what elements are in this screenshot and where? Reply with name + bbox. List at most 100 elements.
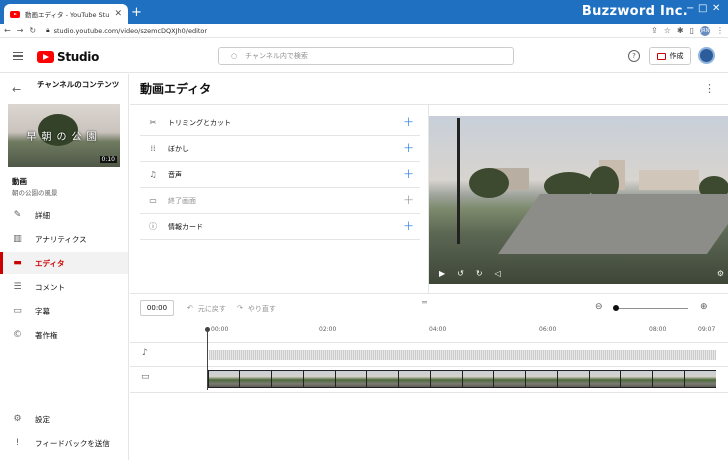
sidebar-item-details[interactable]: ✎ 詳細 <box>0 204 128 226</box>
video-controls: ▶ ↺ ↻ ◁ <box>429 262 728 284</box>
zoom-out-icon[interactable]: ⊖ <box>595 302 603 312</box>
blur-icon: ⁞⁞ <box>150 144 156 153</box>
forward-icon[interactable]: ↻ <box>476 269 483 278</box>
volume-icon[interactable]: ◁ <box>495 269 501 278</box>
audio-track[interactable] <box>209 350 716 360</box>
video-frame <box>684 371 716 387</box>
create-label: 作成 <box>669 52 684 60</box>
video-thumbnail[interactable]: 早朝の公園 0:10 <box>8 104 120 167</box>
tool-info-cards[interactable]: ⓘ 情報カード + <box>140 214 420 240</box>
add-end-screen-button[interactable]: + <box>403 193 420 208</box>
undo-button[interactable]: ↶ 元に戻す <box>187 304 226 314</box>
tool-end-screen[interactable]: ▭ 終了画面 + <box>140 188 420 214</box>
zoom-slider[interactable] <box>616 308 688 309</box>
sidebar-item-label: 字幕 <box>35 306 50 316</box>
video-duration: 0:10 <box>99 156 117 163</box>
sidebar-item-label: アナリティクス <box>35 234 87 244</box>
maximize-icon[interactable]: □ <box>698 3 707 14</box>
tool-trim[interactable]: ✂ トリミングとカット + <box>140 110 420 136</box>
add-trim-button[interactable]: + <box>403 115 420 130</box>
play-icon[interactable]: ▶ <box>439 269 445 278</box>
analytics-icon: ▥ <box>13 234 22 244</box>
url-text: studio.youtube.com/video/szemcDQXJh0/edi… <box>53 26 208 35</box>
tool-label: 情報カード <box>168 222 203 231</box>
minimize-icon[interactable]: − <box>686 3 694 14</box>
sidebar: ← チャンネルのコンテンツ 早朝の公園 0:10 動画 朝の公園の風景 ✎ 詳細… <box>0 74 129 460</box>
close-window-icon[interactable]: ✕ <box>712 3 720 14</box>
add-audio-button[interactable]: + <box>403 167 420 182</box>
undo-label: 元に戻す <box>197 305 226 313</box>
browser-tab[interactable]: 動画エディタ - YouTube Studio ✕ <box>4 4 128 24</box>
avatar[interactable] <box>698 47 715 64</box>
sidepanel-icon[interactable]: ▯ <box>690 26 694 35</box>
video-track[interactable] <box>208 370 716 388</box>
video-frame <box>240 371 271 387</box>
sidebar-item-comments[interactable]: ☰ コメント <box>0 276 128 298</box>
timecode-field[interactable]: 00:00 <box>140 300 174 316</box>
help-button[interactable]: ? <box>628 50 640 62</box>
music-icon: ♫ <box>149 170 157 179</box>
video-frame <box>621 371 652 387</box>
subtitles-icon: ▭ <box>13 306 22 316</box>
zoom-in-icon[interactable]: ⊕ <box>700 302 708 312</box>
gear-icon[interactable]: ⚙ <box>717 269 724 278</box>
browser-profile-avatar[interactable]: JRN <box>700 25 710 36</box>
zoom-slider-knob[interactable] <box>613 305 619 311</box>
timeline-ruler[interactable]: 00:00 02:00 04:00 06:00 08:00 09:07 <box>208 322 728 342</box>
new-tab-button[interactable]: + <box>131 5 142 20</box>
back-arrow-icon[interactable]: ← <box>4 26 11 35</box>
sidebar-item-subtitles[interactable]: ▭ 字幕 <box>0 300 128 322</box>
create-button[interactable]: 作成 <box>649 47 691 65</box>
youtube-logo-icon <box>37 51 54 63</box>
add-blur-button[interactable]: + <box>403 141 420 156</box>
forward-arrow-icon[interactable]: → <box>17 26 24 35</box>
scissors-icon: ✂ <box>149 118 157 127</box>
ruler-tick: 09:07 <box>698 326 716 333</box>
undo-icon: ↶ <box>187 304 193 312</box>
video-frame <box>272 371 303 387</box>
editor-icon: ▬ <box>13 258 22 268</box>
sidebar-item-label: エディタ <box>35 258 65 268</box>
video-name: 朝の公園の風景 <box>12 189 58 197</box>
video-frame <box>399 371 430 387</box>
video-camera-icon: ▭ <box>141 372 150 382</box>
url-field[interactable]: 🔒︎ studio.youtube.com/video/szemcDQXJh0/… <box>46 26 207 35</box>
video-preview[interactable]: ▶ ↺ ↻ ◁ ⚙ <box>429 116 728 284</box>
sidebar-item-label: 詳細 <box>35 210 50 220</box>
sidebar-item-feedback[interactable]: ! フィードバックを送信 <box>0 432 128 454</box>
search-placeholder: チャンネル内で検索 <box>245 52 308 60</box>
tool-audio[interactable]: ♫ 音声 + <box>140 162 420 188</box>
hamburger-menu-icon[interactable] <box>13 52 23 62</box>
resize-handle-icon[interactable]: ═ <box>422 298 427 307</box>
share-icon[interactable]: ⇪ <box>651 26 658 35</box>
add-info-card-button[interactable]: + <box>403 219 420 234</box>
tab-title: 動画エディタ - YouTube Studio <box>25 11 110 19</box>
video-label: 動画 <box>12 177 27 186</box>
studio-logo[interactable]: Studio <box>37 50 99 64</box>
sidebar-item-analytics[interactable]: ▥ アナリティクス <box>0 228 128 250</box>
reload-icon[interactable]: ↻ <box>29 26 36 35</box>
video-frame <box>526 371 557 387</box>
more-options-icon[interactable]: ⋮ <box>704 82 715 95</box>
sidebar-item-settings[interactable]: ⚙ 設定 <box>0 408 128 430</box>
rewind-icon[interactable]: ↺ <box>457 269 464 278</box>
redo-button[interactable]: ↷ やり直す <box>237 304 276 314</box>
bookmark-star-icon[interactable]: ☆ <box>664 26 671 35</box>
thumbnail-text: 早朝の公園 <box>26 132 102 143</box>
tool-label: トリミングとカット <box>168 118 231 127</box>
gear-icon: ⚙ <box>13 414 22 424</box>
sidebar-item-editor[interactable]: ▬ エディタ <box>0 252 128 274</box>
browser-menu-icon[interactable]: ⋮ <box>716 26 724 35</box>
search-input[interactable]: ○ チャンネル内で検索 <box>218 47 514 65</box>
video-camera-icon <box>656 52 666 60</box>
video-frame <box>653 371 684 387</box>
playhead[interactable] <box>207 330 208 390</box>
close-tab-icon[interactable]: ✕ <box>114 9 122 19</box>
back-arrow-icon[interactable]: ← <box>12 83 21 96</box>
sidebar-item-copyright[interactable]: © 著作権 <box>0 324 128 346</box>
sidebar-item-label: フィードバックを送信 <box>35 438 110 448</box>
channel-content-title[interactable]: チャンネルのコンテンツ <box>37 80 121 90</box>
extensions-icon[interactable]: ✱ <box>677 26 684 35</box>
video-frame <box>208 371 240 387</box>
tool-blur[interactable]: ⁞⁞ ぼかし + <box>140 136 420 162</box>
